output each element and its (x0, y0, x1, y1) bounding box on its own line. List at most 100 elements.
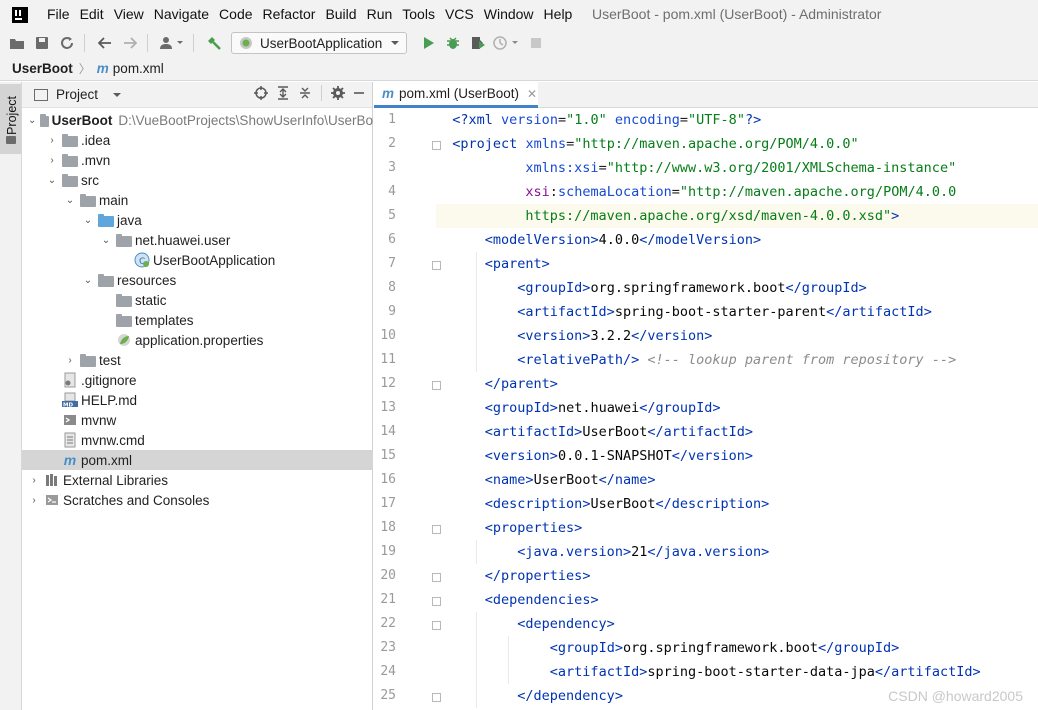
code-line: <?xml version="1.0" encoding="UTF-8"?> (452, 112, 762, 128)
code-line: <dependencies> (484, 592, 599, 608)
user-dropdown-icon[interactable] (157, 32, 187, 54)
back-arrow-icon[interactable] (94, 32, 116, 54)
toolbar-separator (193, 34, 194, 52)
spring-properties-icon (118, 334, 130, 346)
project-tool-window-tab[interactable]: Project (0, 84, 21, 154)
code-area[interactable]: <?xml version="1.0" encoding="UTF-8"?> <… (436, 108, 1038, 710)
menu-vcs[interactable]: VCS (440, 0, 479, 29)
tree-item-pom-xml[interactable]: m pom.xml (22, 450, 373, 470)
tree-item-src[interactable]: ⌄ src (22, 170, 373, 190)
line-number: 10 (380, 328, 396, 343)
tree-item-mvn[interactable]: › .mvn (22, 150, 373, 170)
debug-icon[interactable] (442, 32, 464, 54)
tree-item-label: java (117, 212, 142, 228)
menu-file[interactable]: File (42, 0, 75, 29)
menu-view[interactable]: View (109, 0, 149, 29)
chevron-right-icon[interactable]: › (46, 135, 58, 146)
tree-item-main[interactable]: ⌄ main (22, 190, 373, 210)
open-folder-icon[interactable] (6, 32, 28, 54)
code-line: <properties> (484, 520, 583, 536)
tree-item-label: HELP.md (81, 392, 138, 408)
tree-item-external-libraries[interactable]: › External Libraries (22, 470, 373, 490)
chevron-right-icon[interactable]: › (28, 495, 40, 506)
tree-item-resources[interactable]: ⌄ resources (22, 270, 373, 290)
tree-item-label: application.properties (135, 332, 264, 348)
tree-item-static[interactable]: static (22, 290, 373, 310)
stop-icon[interactable] (525, 32, 547, 54)
tree-item-package[interactable]: ⌄ net.huawei.user (22, 230, 373, 250)
coverage-icon[interactable] (467, 32, 489, 54)
resources-folder-icon (98, 274, 114, 287)
tree-item-test[interactable]: › test (22, 350, 373, 370)
folder-icon (62, 154, 78, 167)
tree-item-label: Scratches and Consoles (63, 492, 210, 508)
line-number: 22 (380, 616, 396, 631)
breadcrumb-project[interactable]: UserBoot (12, 61, 73, 76)
chevron-right-icon[interactable]: › (64, 355, 76, 366)
library-icon (46, 474, 57, 486)
menu-edit[interactable]: Edit (75, 0, 109, 29)
chevron-down-icon[interactable] (112, 91, 122, 99)
menu-run[interactable]: Run (362, 0, 398, 29)
code-line: <parent> (484, 256, 550, 272)
run-configuration-select[interactable]: UserBootApplication (231, 32, 407, 54)
tree-item-userboot-root[interactable]: ⌄ UserBoot D:\VueBootProjects\ShowUserIn… (22, 110, 373, 130)
profile-dropdown-icon[interactable] (492, 32, 522, 54)
chevron-down-icon[interactable]: ⌄ (100, 235, 112, 246)
forward-arrow-icon[interactable] (119, 32, 141, 54)
tree-item-gitignore[interactable]: .gitignore (22, 370, 373, 390)
code-line: <artifactId>UserBoot</artifactId> (484, 424, 754, 440)
chevron-right-icon[interactable]: › (46, 155, 58, 166)
menu-window[interactable]: Window (479, 0, 539, 29)
expand-all-icon[interactable] (275, 85, 291, 101)
tree-item-label: UserBootApplication (153, 252, 276, 268)
menu-code[interactable]: Code (214, 0, 257, 29)
menu-help[interactable]: Help (539, 0, 578, 29)
tree-item-templates[interactable]: templates (22, 310, 373, 330)
tree-item-userbootapplication[interactable]: C UserBootApplication (22, 250, 373, 270)
tree-item-java[interactable]: ⌄ java (22, 210, 373, 230)
menu-tools[interactable]: Tools (397, 0, 440, 29)
tree-item-scratches[interactable]: › Scratches and Consoles (22, 490, 373, 510)
breadcrumb-file[interactable]: pom.xml (113, 61, 164, 76)
menu-bar: File Edit View Navigate Code Refactor Bu… (0, 0, 1038, 29)
line-number: 6 (388, 232, 396, 247)
intellij-logo-icon[interactable] (12, 6, 28, 23)
source-folder-icon (98, 214, 114, 227)
tree-item-application-properties[interactable]: application.properties (22, 330, 373, 350)
project-panel-title[interactable]: Project (56, 87, 98, 102)
line-number: 13 (380, 400, 396, 415)
folder-icon (62, 174, 78, 187)
close-icon[interactable]: ✕ (527, 87, 537, 101)
tree-item-label: .mvn (81, 152, 111, 168)
chevron-down-icon[interactable]: ⌄ (46, 175, 58, 186)
code-line: <java.version>21</java.version> (517, 544, 770, 560)
chevron-down-icon[interactable]: ⌄ (82, 275, 94, 286)
menu-refactor[interactable]: Refactor (258, 0, 321, 29)
gear-icon[interactable] (330, 85, 346, 101)
hide-icon[interactable] (352, 86, 366, 100)
tree-item-help-md[interactable]: MD HELP.md (22, 390, 373, 410)
menu-build[interactable]: Build (320, 0, 361, 29)
header-separator (321, 85, 322, 101)
code-line: <groupId>net.huawei</groupId> (484, 400, 721, 416)
code-line: <description>UserBoot</description> (484, 496, 770, 512)
locate-icon[interactable] (253, 85, 269, 101)
tree-item-label: templates (135, 312, 194, 328)
run-icon[interactable] (417, 32, 439, 54)
chevron-down-icon[interactable]: ⌄ (64, 195, 76, 206)
tree-item-mvnw-cmd[interactable]: mvnw.cmd (22, 430, 373, 450)
collapse-all-icon[interactable] (297, 85, 313, 101)
menu-navigate[interactable]: Navigate (149, 0, 214, 29)
tree-item-path: D:\VueBootProjects\ShowUserInfo\UserBo (118, 112, 373, 128)
save-all-icon[interactable] (31, 32, 53, 54)
chevron-down-icon[interactable]: ⌄ (28, 115, 36, 126)
reload-icon[interactable] (56, 32, 78, 54)
tab-pom-xml[interactable]: m pom.xml (UserBoot) ✕ (374, 82, 538, 108)
chevron-right-icon[interactable]: › (28, 475, 40, 486)
chevron-down-icon[interactable]: ⌄ (82, 215, 94, 226)
build-hammer-icon[interactable] (203, 32, 225, 54)
tree-item-mvnw[interactable]: mvnw (22, 410, 373, 430)
tree-item-idea[interactable]: › .idea (22, 130, 373, 150)
code-line: <name>UserBoot</name> (484, 472, 656, 488)
